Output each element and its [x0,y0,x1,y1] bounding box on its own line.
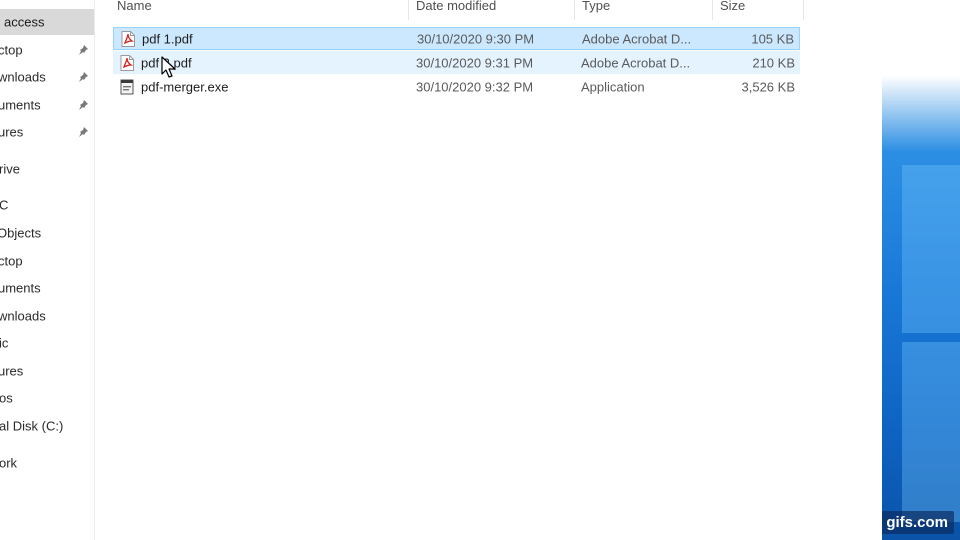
column-divider[interactable] [574,0,575,20]
nav-item-3d-objects[interactable]: Objects [0,220,94,246]
column-header-size[interactable]: Size [720,0,745,20]
windows-logo-pane [902,165,960,333]
file-size: 3,526 KB [741,79,796,94]
nav-item-documents[interactable]: uments [0,92,94,118]
nav-item-label: ures [0,363,24,379]
file-row[interactable]: pdf 2.pdf 30/10/2020 9:31 PM Adobe Acrob… [113,51,800,74]
nav-item-downloads-pc[interactable]: wnloads [0,303,94,329]
nav-item-desktop-pc[interactable]: ctop [0,248,94,274]
nav-item-documents-pc[interactable]: uments [0,275,94,301]
nav-item-label: wnloads [0,69,46,85]
pdf-icon [121,30,135,47]
nav-item-this-pc[interactable]: C [0,192,94,218]
pin-icon [79,72,88,82]
mouse-cursor-icon [161,56,176,78]
nav-item-label: uments [0,280,41,296]
file-date: 30/10/2020 9:31 PM [416,55,534,70]
nav-item-music[interactable]: ic [0,330,94,356]
nav-item-pictures[interactable]: ures [0,119,94,145]
navigation-pane: access ctop wnloads uments ures rive C O… [0,0,95,540]
file-type: Application [581,79,645,94]
file-size: 210 KB [752,55,795,70]
file-row[interactable]: pdf-merger.exe 30/10/2020 9:32 PM Applic… [113,75,800,98]
nav-item-local-disk[interactable]: al Disk (C:) [0,413,94,439]
pin-icon [79,100,88,110]
desktop-background: gifs.com [882,0,960,540]
file-row[interactable]: pdf 1.pdf 30/10/2020 9:30 PM Adobe Acrob… [113,27,800,50]
file-date: 30/10/2020 9:32 PM [416,79,534,94]
nav-item-label: C [0,198,8,213]
column-header-name[interactable]: Name [117,0,152,20]
file-type: Adobe Acrobat D... [581,55,691,70]
nav-item-label: ures [0,124,24,140]
nav-item-label: uments [0,97,41,113]
column-header-label: Type [582,0,611,13]
nav-item-quick-access[interactable]: access [0,9,94,35]
pin-icon [79,45,88,55]
nav-item-desktop[interactable]: ctop [0,37,94,63]
nav-item-label: ork [0,455,18,471]
column-header-date[interactable]: Date modified [416,0,496,20]
pin-icon [79,127,88,137]
nav-item-label: Objects [0,225,42,241]
file-size: 105 KB [751,31,794,46]
column-header-label: Date modified [416,0,497,13]
nav-item-onedrive[interactable]: rive [0,156,94,182]
nav-item-downloads[interactable]: wnloads [0,64,94,90]
nav-item-label: ctop [0,42,23,58]
file-type: Adobe Acrobat D... [582,31,692,46]
windows-logo-pane [902,342,960,522]
nav-item-videos[interactable]: os [0,385,94,411]
column-divider[interactable] [712,0,713,20]
column-divider[interactable] [803,0,804,20]
file-date: 30/10/2020 9:30 PM [417,31,535,46]
nav-item-label: access [4,14,45,30]
nav-item-label: ic [0,335,9,351]
watermark: gifs.com [882,511,954,534]
nav-item-label: os [0,390,13,406]
nav-item-label: rive [0,161,20,177]
nav-item-label: al Disk (C:) [0,418,64,434]
file-name: pdf-merger.exe [141,79,229,94]
column-header-type[interactable]: Type [582,0,610,20]
column-divider[interactable] [408,0,409,20]
column-header-label: Name [117,0,152,13]
nav-item-network[interactable]: ork [0,450,94,476]
file-name: pdf 1.pdf [142,31,193,46]
exe-icon [120,79,134,94]
pdf-icon [120,54,134,71]
nav-item-label: wnloads [0,308,46,324]
nav-item-pictures-pc[interactable]: ures [0,358,94,384]
column-header-label: Size [720,0,746,13]
nav-item-label: ctop [0,253,23,269]
